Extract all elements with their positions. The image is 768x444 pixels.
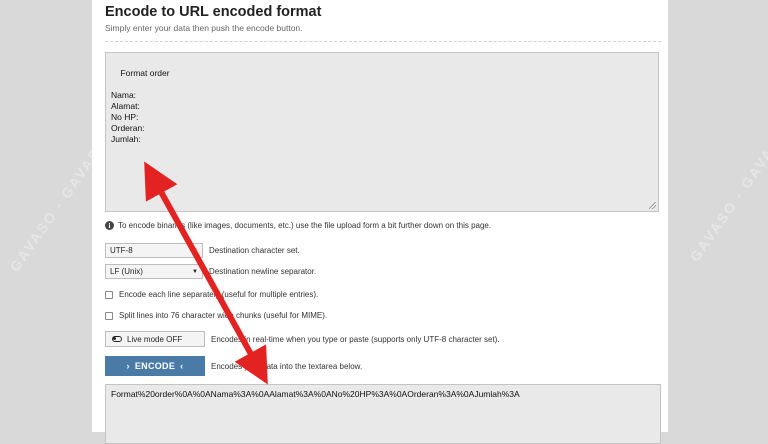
chevron-right-icon: › — [126, 361, 130, 371]
info-text: To encode binaries (like images, documen… — [118, 221, 492, 230]
page-title: Encode to URL encoded format — [105, 4, 322, 20]
live-mode-button-label: Live mode OFF — [127, 334, 183, 344]
live-mode-row: Live mode OFF Encodes in real-time when … — [105, 331, 500, 347]
chevron-down-icon: ▼ — [192, 268, 198, 275]
output-text: Format%20order%0A%0ANama%3A%0AAlamat%3A%… — [111, 389, 520, 399]
toggle-icon — [112, 336, 122, 342]
encode-button-label: ENCODE — [134, 361, 176, 371]
watermark-text: GAVASO - GAVASO - GAVASO — [686, 52, 768, 265]
chevron-down-icon: ▼ — [192, 247, 198, 254]
divider — [105, 41, 661, 42]
split-lines-row: Split lines into 76 character wide chunk… — [105, 311, 327, 320]
newline-value: LF (Unix) — [110, 267, 143, 276]
input-text: Format order Nama: Alamat: No HP: Ordera… — [111, 68, 170, 144]
encode-row: › ENCODE ‹ Encodes your data into the te… — [105, 356, 362, 376]
newline-select[interactable]: LF (Unix) ▼ — [105, 264, 203, 279]
output-textarea[interactable]: Format%20order%0A%0ANama%3A%0AAlamat%3A%… — [105, 384, 661, 444]
encode-button[interactable]: › ENCODE ‹ — [105, 356, 205, 376]
each-line-row: Encode each line separately (useful for … — [105, 290, 318, 299]
live-mode-label: Encodes in real-time when you type or pa… — [211, 334, 500, 344]
resize-handle[interactable] — [649, 202, 656, 209]
newline-label: Destination newline separator. — [209, 267, 317, 276]
each-line-label[interactable]: Encode each line separately (useful for … — [119, 290, 318, 299]
encoder-panel: Encode to URL encoded format Simply ente… — [92, 0, 668, 444]
charset-value: UTF-8 — [110, 246, 133, 255]
encode-label: Encodes your data into the textarea belo… — [211, 361, 363, 371]
input-textarea[interactable]: Format order Nama: Alamat: No HP: Ordera… — [105, 52, 659, 212]
charset-label: Destination character set. — [209, 246, 300, 255]
chevron-left-icon: ‹ — [180, 361, 184, 371]
info-icon: i — [105, 221, 114, 230]
newline-row: LF (Unix) ▼ Destination newline separato… — [105, 264, 316, 279]
split-lines-label[interactable]: Split lines into 76 character wide chunk… — [119, 311, 327, 320]
page-subtitle: Simply enter your data then push the enc… — [105, 23, 303, 33]
each-line-checkbox[interactable] — [105, 290, 113, 299]
charset-select[interactable]: UTF-8 ▼ — [105, 243, 203, 258]
charset-row: UTF-8 ▼ Destination character set. — [105, 243, 300, 258]
split-lines-checkbox[interactable] — [105, 311, 113, 320]
live-mode-button[interactable]: Live mode OFF — [105, 331, 205, 347]
info-row: i To encode binaries (like images, docum… — [105, 221, 491, 230]
